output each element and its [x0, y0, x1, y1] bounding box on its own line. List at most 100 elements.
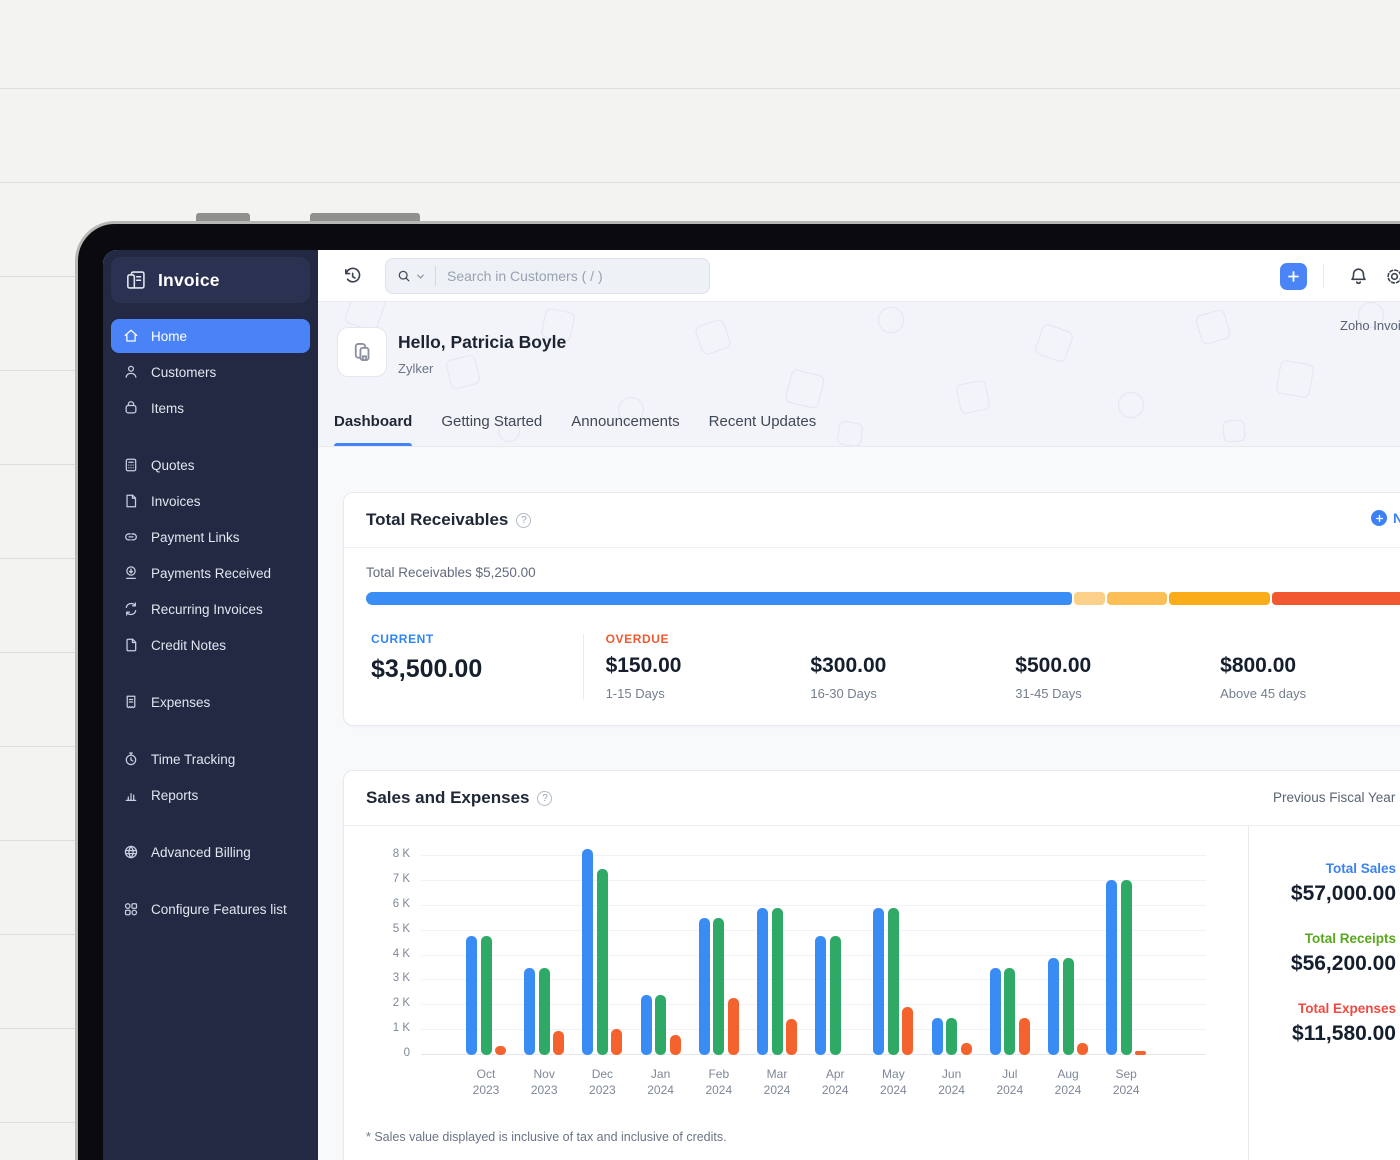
app-logo-label: Invoice [158, 269, 220, 290]
watermark-doodle-icon [836, 420, 864, 446]
sidebar-item-home[interactable]: Home [111, 319, 310, 353]
watermark-doodle-icon [1194, 308, 1232, 346]
bar-sales-aug-2024 [1048, 958, 1059, 1055]
sales-expenses-chart-section: 0 1 K 2 K 3 K 4 K 5 K 6 K 7 K 8 K Oct 2023 Nov 2023 D… [344, 826, 1248, 1160]
chart-plot-area [421, 844, 1206, 1055]
bar-receipts-dec-2023 [596, 868, 608, 1055]
bar-receipts-aug-2024 [1062, 958, 1074, 1055]
search-scope-chevron-icon[interactable] [415, 271, 426, 282]
sidebar-item-quotes[interactable]: Quotes [111, 448, 310, 482]
sidebar-item-payment-links[interactable]: Payment Links [111, 520, 310, 554]
overdue-label [1015, 632, 1220, 646]
sidebar-item-items[interactable]: Items [111, 391, 310, 425]
sidebar-item-advanced-billing[interactable]: Advanced Billing [111, 835, 310, 869]
app-screen: Invoice Home Customers Items Quotes Invoices… [103, 250, 1400, 1160]
watermark-doodle-icon [784, 368, 826, 410]
quick-create-button[interactable] [1280, 263, 1307, 290]
overdue-bucket-16-30-days: $300.00 16-30 Days [810, 632, 1015, 701]
notifications-bell-icon[interactable] [1348, 266, 1369, 287]
sidebar-item-label: Payments Received [151, 565, 272, 581]
invoices-icon [126, 494, 137, 508]
help-icon[interactable] [537, 790, 553, 806]
overdue-amount: $150.00 [605, 654, 682, 677]
total-receivables-card: Total Receivables New Total Receivables … [343, 492, 1400, 726]
tab-dashboard[interactable]: Dashboard [334, 413, 413, 446]
y-axis-tick: 0 [403, 1047, 410, 1059]
y-axis-tick: 7 K [392, 873, 410, 886]
new-button-label: New [1393, 510, 1400, 526]
overdue-bucket-31-45-days: $500.00 31-45 Days [1015, 632, 1220, 701]
current-label: CURRENT [371, 632, 434, 646]
total-block-total-expenses: Total Expenses $11,580.00 [1249, 1001, 1396, 1046]
y-axis-tick: 3 K [392, 972, 410, 985]
overdue-period: 1-15 Days [605, 686, 665, 701]
ruled-line [0, 88, 1400, 89]
org-name: Zylker [398, 361, 434, 376]
sidebar-item-label: Reports [151, 787, 199, 803]
aging-segment-overdue-16-30 [1106, 592, 1168, 605]
total-receivables-body: Total Receivables $5,250.00 CURRENT $3,50… [344, 548, 1400, 725]
tab-announcements[interactable]: Announcements [571, 413, 679, 446]
x-axis-label: Apr 2024 [821, 1067, 849, 1097]
bar-sales-sep-2024 [1106, 879, 1118, 1055]
sidebar-nav: Home Customers Items Quotes Invoices Payment … [103, 317, 318, 949]
sidebar-item-recurring-invoices[interactable]: Recurring Invoices [111, 592, 310, 626]
bar-receipts-apr-2024 [829, 935, 841, 1055]
credit-notes-icon [126, 638, 137, 652]
quotes-icon [125, 458, 137, 472]
nav-group: Advanced Billing [103, 835, 318, 869]
nav-group: Quotes Invoices Payment Links Payments Rece… [103, 448, 318, 662]
settings-gear-icon[interactable] [1384, 266, 1400, 287]
expenses-icon [126, 695, 136, 709]
x-axis-label: May 2024 [880, 1067, 907, 1097]
bar-receipts-jun-2024 [946, 1017, 958, 1055]
y-axis-tick: 5 K [392, 922, 410, 935]
search-placeholder: Search in Customers ( / ) [447, 268, 603, 284]
x-axis-label: Aug 2024 [1054, 1067, 1082, 1097]
plus-circle-icon [1371, 510, 1387, 526]
recent-history-icon[interactable] [341, 265, 363, 287]
recurring-invoices-icon [125, 602, 137, 616]
bar-receipts-may-2024 [887, 908, 899, 1055]
overdue-amount: $300.00 [810, 654, 887, 677]
watermark-doodle-icon [444, 353, 482, 391]
sidebar-item-configure-features-list[interactable]: Configure Features list [111, 892, 310, 926]
bar-receipts-nov-2023 [538, 968, 550, 1055]
sidebar-item-invoices[interactable]: Invoices [111, 484, 310, 518]
sidebar-item-credit-notes[interactable]: Credit Notes [111, 628, 310, 662]
overdue-label: OVERDUE [605, 632, 670, 646]
app-logo[interactable]: Invoice [111, 257, 310, 303]
sidebar-item-expenses[interactable]: Expenses [111, 685, 310, 719]
sidebar-item-time-tracking[interactable]: Time Tracking [111, 742, 310, 776]
reports-icon [125, 793, 137, 802]
nav-group: Home Customers Items [103, 319, 318, 425]
x-axis-label: Mar 2024 [763, 1067, 791, 1097]
topbar: Search in Customers ( / ) [318, 250, 1400, 302]
fiscal-year-filter[interactable]: Previous Fiscal Year [1273, 790, 1395, 805]
search-divider [435, 266, 436, 286]
sidebar-item-customers[interactable]: Customers [111, 355, 310, 389]
new-invoice-button[interactable]: New [1371, 510, 1400, 526]
overdue-bucket-1-15-days: OVERDUE $150.00 1-15 Days [606, 632, 811, 701]
y-axis-tick: 4 K [392, 947, 410, 960]
sidebar-item-reports[interactable]: Reports [111, 778, 310, 812]
watermark-doodle-icon [1221, 418, 1247, 444]
bar-expenses-nov-2023 [553, 1031, 565, 1055]
help-icon[interactable] [516, 512, 532, 528]
sidebar-item-label: Credit Notes [151, 637, 227, 653]
x-axis-label: Jan 2024 [647, 1067, 674, 1097]
org-avatar-icon [354, 343, 370, 361]
sidebar-item-payments-received[interactable]: Payments Received [111, 556, 310, 590]
sidebar-item-label: Expenses [151, 694, 211, 710]
search-input[interactable]: Search in Customers ( / ) [385, 258, 710, 294]
tab-recent-updates[interactable]: Recent Updates [709, 413, 817, 446]
bar-sales-oct-2023 [466, 935, 477, 1055]
invoice-logo-icon [127, 271, 145, 289]
org-avatar[interactable] [337, 327, 387, 377]
tab-getting-started[interactable]: Getting Started [441, 413, 542, 446]
bar-sales-jul-2024 [989, 968, 1001, 1055]
overdue-period: 31-45 Days [1015, 686, 1082, 701]
stats-divider [582, 634, 584, 700]
receivables-summary: Total Receivables $5,250.00 [366, 565, 536, 580]
watermark-doodle-icon [1275, 359, 1315, 399]
